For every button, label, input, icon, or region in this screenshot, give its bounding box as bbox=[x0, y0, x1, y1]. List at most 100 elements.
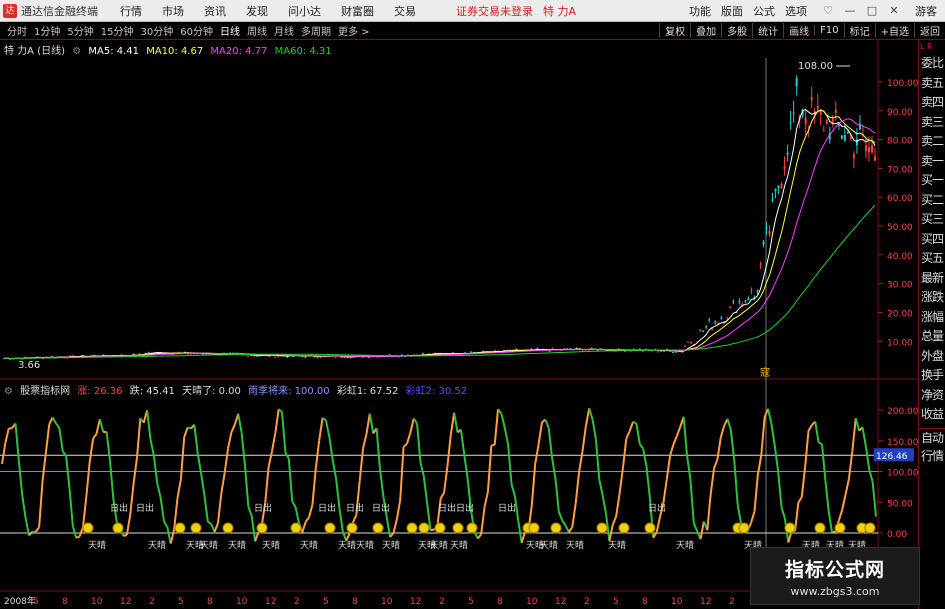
signal-label-sky: 天晴 bbox=[450, 539, 468, 551]
oscillator-segment bbox=[419, 461, 425, 477]
oscillator-segment bbox=[477, 533, 482, 540]
time-axis-label: 2 bbox=[149, 597, 155, 607]
candle-body bbox=[548, 350, 551, 352]
time-axis-label: 10 bbox=[236, 597, 248, 607]
candle-body bbox=[675, 351, 678, 353]
candle-body bbox=[304, 356, 307, 358]
oscillator-segment bbox=[156, 483, 162, 498]
oscillator-segment bbox=[753, 474, 759, 512]
oscillator-segment bbox=[814, 421, 820, 443]
oscillator-segment bbox=[689, 479, 695, 523]
sub-value-rain: 雨季将来: 100.00 bbox=[248, 386, 330, 397]
oscillator-segment bbox=[227, 431, 233, 449]
settings-gear-icon[interactable]: ⚙ bbox=[4, 386, 13, 397]
time-axis-label: 5 bbox=[178, 597, 184, 607]
watermark-title: 指标公式网 bbox=[784, 559, 885, 581]
side-item[interactable]: 净资 bbox=[919, 386, 945, 406]
sub-value-rainbow1: 彩虹1: 67.52 bbox=[336, 386, 399, 397]
signal-label-sky: 天晴 bbox=[148, 539, 166, 551]
oscillator-segment bbox=[267, 451, 273, 468]
ma10-line bbox=[3, 109, 876, 359]
side-item[interactable]: 换手 bbox=[919, 366, 945, 386]
side-item[interactable]: 卖三 bbox=[919, 113, 945, 133]
side-item[interactable]: 卖二 bbox=[919, 132, 945, 152]
side-item[interactable]: 卖一 bbox=[919, 152, 945, 172]
side-item[interactable]: 收益 bbox=[919, 405, 945, 425]
oscillator-segment bbox=[574, 472, 581, 504]
oscillator-segment bbox=[200, 473, 206, 496]
oscillator-segment bbox=[331, 459, 338, 479]
oscillator-segment bbox=[544, 419, 550, 429]
tool-back[interactable]: 返回 bbox=[914, 23, 945, 38]
candle-body bbox=[316, 357, 319, 359]
signal-label-sky: 天晴 bbox=[300, 539, 318, 551]
oscillator-segment bbox=[4, 428, 10, 444]
oscillator-segment bbox=[338, 508, 344, 532]
settings-gear-icon[interactable]: ⚙ bbox=[72, 46, 81, 57]
oscillator-segment bbox=[65, 455, 71, 489]
oscillator-segment bbox=[824, 480, 830, 512]
price-high-label: 108.00 bbox=[798, 61, 833, 72]
oscillator-segment bbox=[547, 427, 554, 458]
watermark-logo: 指标公式网 www.zbgs3.com bbox=[750, 547, 920, 605]
ma20-line bbox=[3, 118, 876, 359]
price-axis-label: 20.00 bbox=[887, 309, 913, 319]
oscillator-segment bbox=[821, 444, 827, 481]
oscillator-segment bbox=[729, 429, 736, 461]
candle-body bbox=[376, 356, 379, 358]
oscillator-segment bbox=[638, 443, 644, 450]
chart-canvas[interactable]: 100.0090.0080.0070.0060.0050.0040.0030.0… bbox=[0, 0, 918, 609]
time-axis-label: 8 bbox=[62, 597, 68, 607]
oscillator-segment bbox=[335, 478, 341, 509]
oscillator-segment bbox=[294, 507, 300, 524]
side-item[interactable]: 总量 bbox=[919, 327, 945, 347]
side-item[interactable]: 卖四 bbox=[919, 93, 945, 113]
sun-signal-icon bbox=[112, 522, 124, 534]
time-axis-label: 2 bbox=[439, 597, 445, 607]
oscillator-segment bbox=[827, 511, 834, 534]
side-item[interactable]: 买三 bbox=[919, 210, 945, 230]
side-item[interactable]: 买二 bbox=[919, 191, 945, 211]
signal-label-out: 日出 bbox=[648, 502, 666, 514]
oscillator-segment bbox=[179, 436, 186, 480]
side-item[interactable]: 委比 bbox=[919, 54, 945, 74]
oscillator-segment bbox=[584, 408, 591, 427]
guest-user[interactable]: 游客 bbox=[915, 3, 937, 19]
oscillator-segment bbox=[439, 492, 445, 499]
oscillator-segment bbox=[152, 455, 159, 484]
oscillator-segment bbox=[95, 418, 101, 435]
side-item[interactable]: 买四 bbox=[919, 230, 945, 250]
candle-body bbox=[277, 355, 280, 357]
oscillator-segment bbox=[220, 472, 226, 494]
oscillator-segment bbox=[699, 521, 705, 540]
candle-body bbox=[786, 152, 789, 155]
oscillator-segment bbox=[750, 510, 756, 523]
side-item[interactable]: 外盘 bbox=[919, 347, 945, 367]
price-axis-label: 70.00 bbox=[887, 165, 913, 175]
candle-body bbox=[834, 109, 837, 113]
side-item[interactable]: 买五 bbox=[919, 249, 945, 269]
oscillator-segment bbox=[223, 448, 230, 473]
oscillator-segment bbox=[453, 412, 459, 433]
candle-body bbox=[819, 111, 822, 115]
candle-body bbox=[780, 183, 783, 189]
signal-label-sky: 天晴 bbox=[608, 539, 626, 551]
candle-body bbox=[874, 156, 876, 161]
side-item-auto[interactable]: 自动 bbox=[919, 427, 945, 448]
watermark-url: www.zbgs3.com bbox=[790, 585, 880, 598]
candle-body bbox=[816, 105, 819, 109]
side-item[interactable]: 买一 bbox=[919, 171, 945, 191]
oscillator-segment bbox=[537, 422, 543, 445]
oscillator-segment bbox=[44, 424, 51, 453]
oscillator-segment bbox=[601, 495, 608, 515]
oscillator-segment bbox=[409, 418, 415, 434]
oscillator-segment bbox=[281, 412, 287, 453]
candle-body bbox=[825, 119, 828, 125]
side-item-market[interactable]: 行情 bbox=[919, 447, 945, 467]
candle-body bbox=[714, 321, 717, 323]
side-item[interactable]: 涨幅 bbox=[919, 308, 945, 328]
side-item[interactable]: 卖五 bbox=[919, 74, 945, 94]
side-item[interactable]: 涨跌 bbox=[919, 288, 945, 308]
side-item[interactable]: 最新 bbox=[919, 269, 945, 289]
candle-body bbox=[313, 356, 316, 358]
